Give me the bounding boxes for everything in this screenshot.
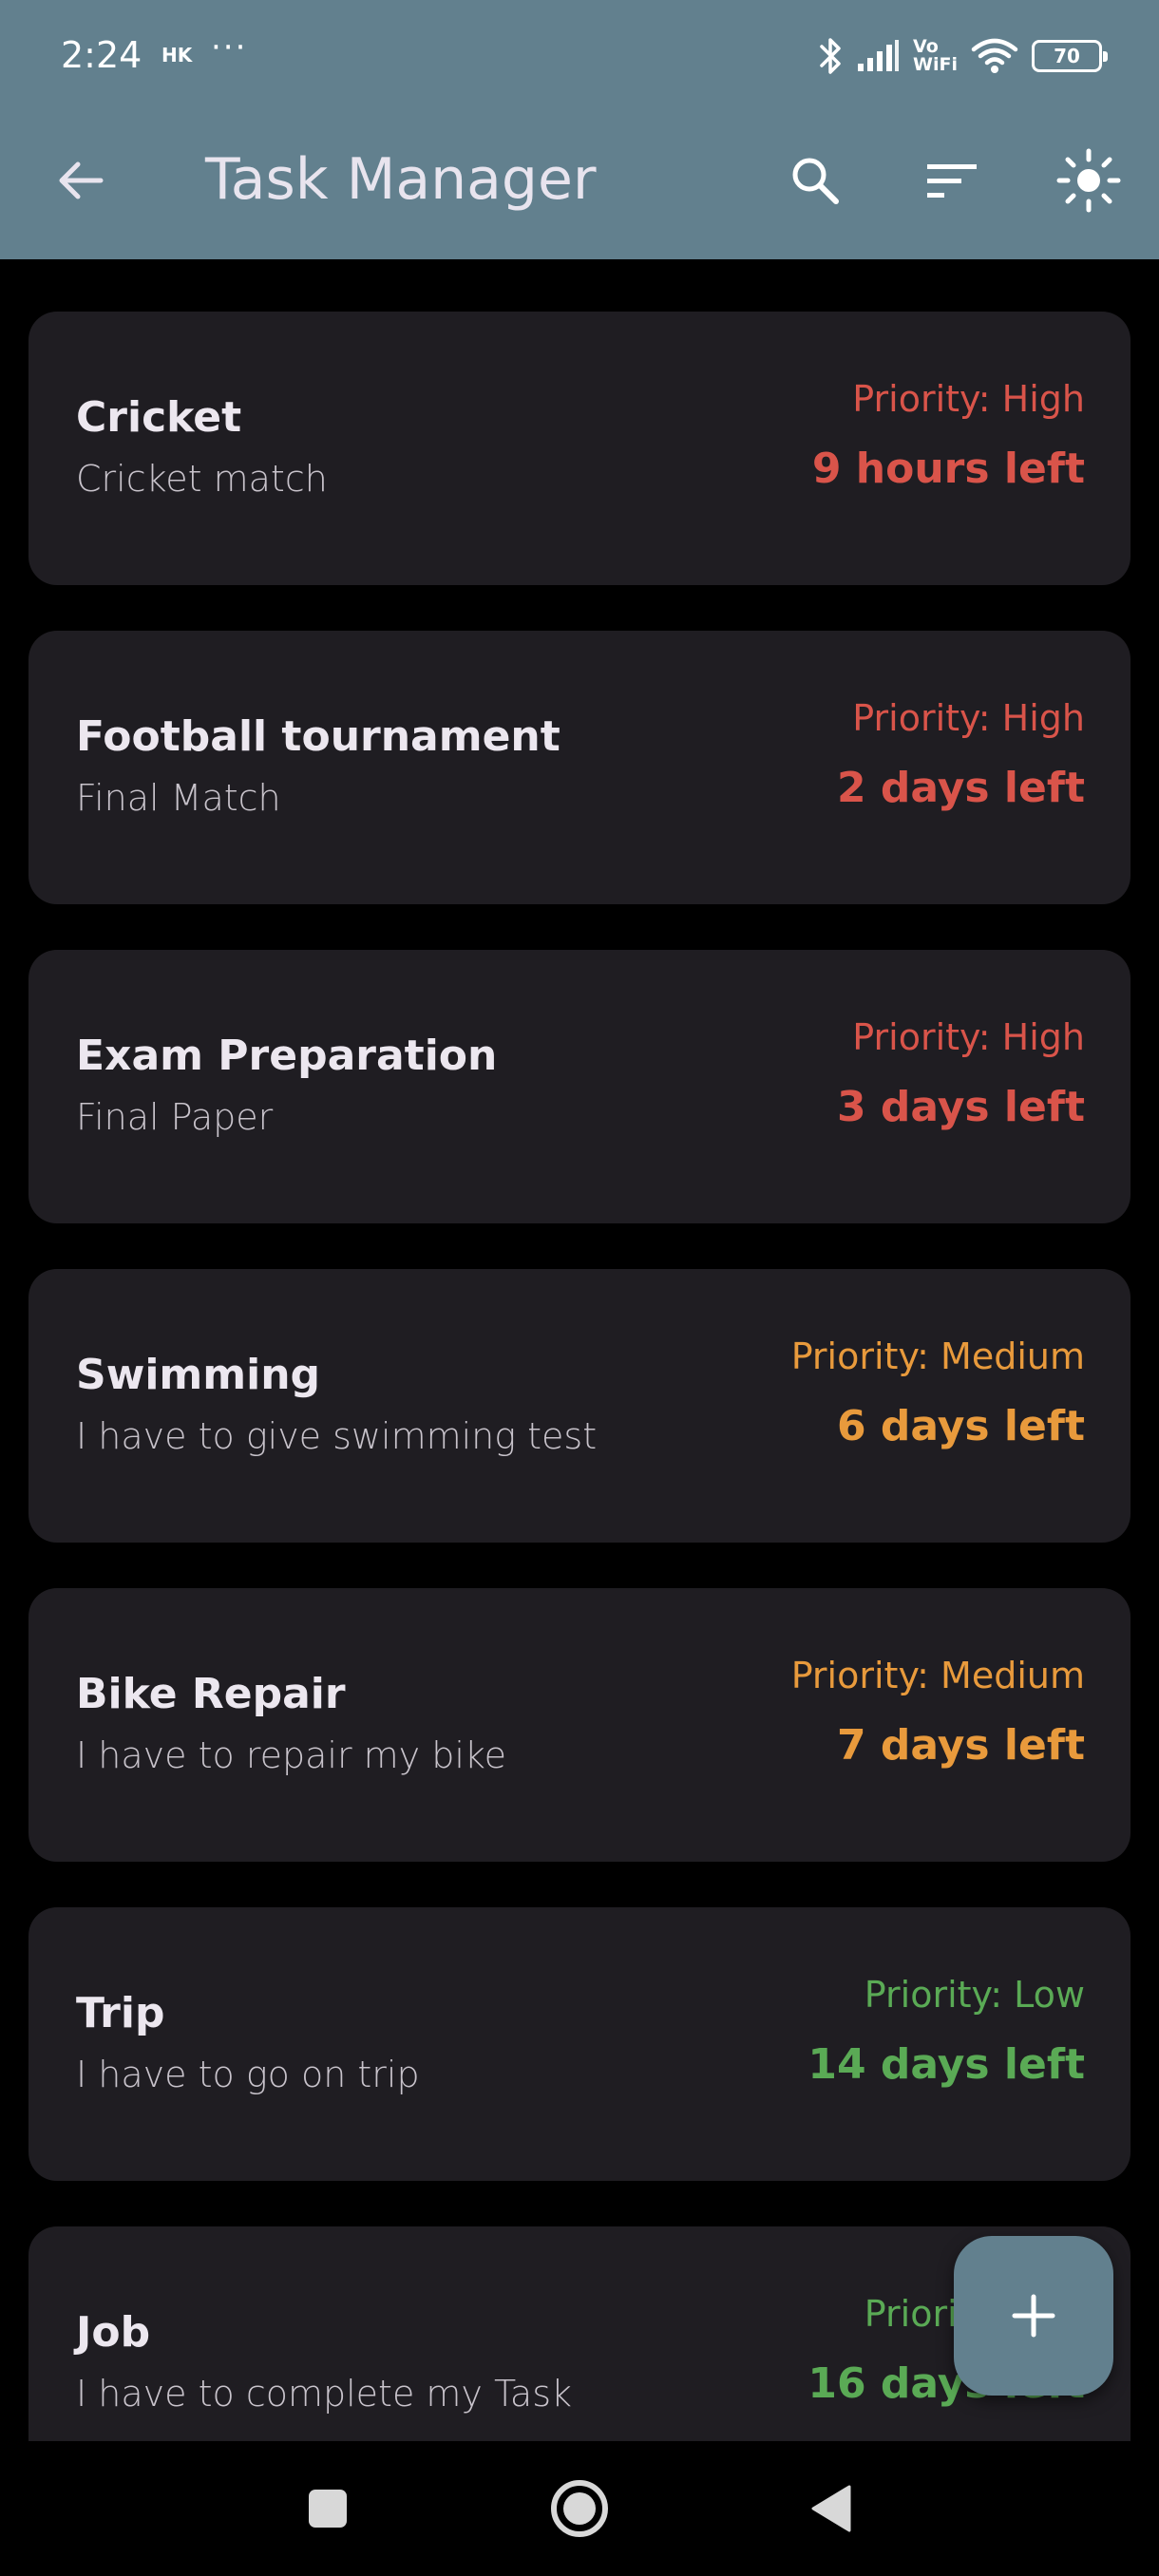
- task-description: I have to give swimming test: [76, 1415, 598, 1457]
- sort-button[interactable]: [914, 142, 990, 218]
- wifi-icon: [971, 38, 1018, 74]
- plus-icon: [1012, 2294, 1055, 2338]
- task-priority: Priority: High: [852, 697, 1085, 739]
- task-title: Cricket: [76, 393, 242, 442]
- task-description: Cricket match: [76, 458, 328, 500]
- task-time-left: 9 hours left: [811, 445, 1085, 493]
- task-priority: Priority: High: [852, 378, 1085, 420]
- status-icons: Vo WiFi 70: [818, 32, 1108, 80]
- task-title: Bike Repair: [76, 1670, 346, 1718]
- task-card[interactable]: Exam Preparation Final Paper Priority: H…: [28, 950, 1130, 1223]
- toolbar: Task Manager: [0, 123, 1159, 237]
- task-card[interactable]: Football tournament Final Match Priority…: [28, 631, 1130, 904]
- vowifi-icon: Vo WiFi: [913, 38, 958, 74]
- page-title: Task Manager: [205, 146, 597, 213]
- task-title: Trip: [76, 1989, 165, 2037]
- home-icon: [551, 2480, 608, 2537]
- search-button[interactable]: [777, 142, 853, 218]
- task-time-left: 7 days left: [836, 1721, 1085, 1770]
- nav-home-button[interactable]: [537, 2466, 622, 2551]
- task-priority: Priority: Low: [864, 1974, 1085, 2016]
- light-mode-icon: [1056, 148, 1121, 213]
- status-bar: 2:24 HK ··· Vo WiFi 70: [0, 0, 1159, 114]
- add-task-button[interactable]: [954, 2236, 1113, 2396]
- app-bar: 2:24 HK ··· Vo WiFi 70 Task Manager: [0, 0, 1159, 259]
- theme-toggle-button[interactable]: [1051, 142, 1127, 218]
- task-time-left: 3 days left: [836, 1083, 1085, 1131]
- task-description: Final Match: [76, 777, 281, 819]
- task-card[interactable]: Trip I have to go on trip Priority: Low …: [28, 1907, 1130, 2181]
- back-icon: [811, 2485, 851, 2532]
- task-priority: Priority: High: [852, 1016, 1085, 1058]
- search-icon: [792, 158, 839, 204]
- task-title: Football tournament: [76, 712, 560, 761]
- task-card[interactable]: Cricket Cricket match Priority: High 9 h…: [28, 312, 1130, 585]
- arrow-back-icon: [59, 161, 104, 199]
- task-title: Exam Preparation: [76, 1032, 498, 1080]
- nav-back-button[interactable]: [788, 2466, 874, 2551]
- task-list: Cricket Cricket match Priority: High 9 h…: [0, 259, 1159, 2441]
- task-description: I have to go on trip: [76, 2054, 420, 2095]
- task-description: I have to complete my Task: [76, 2373, 572, 2415]
- status-overflow-dots: ···: [211, 28, 248, 66]
- task-priority: Priority: Medium: [790, 1655, 1085, 1696]
- signal-icon: [856, 39, 900, 73]
- task-time-left: 2 days left: [836, 764, 1085, 812]
- task-card[interactable]: Swimming I have to give swimming test Pr…: [28, 1269, 1130, 1543]
- sort-icon: [927, 164, 977, 198]
- task-title: Job: [76, 2308, 151, 2357]
- system-nav-bar: [0, 2441, 1159, 2576]
- recents-icon: [309, 2490, 347, 2528]
- task-time-left: 14 days left: [808, 2040, 1085, 2089]
- vowifi-bottom: WiFi: [913, 54, 958, 75]
- bluetooth-icon: [818, 36, 843, 76]
- task-description: I have to repair my bike: [76, 1734, 506, 1776]
- nav-recents-button[interactable]: [285, 2466, 370, 2551]
- task-time-left: 6 days left: [836, 1402, 1085, 1450]
- status-carrier-tag: HK: [162, 44, 193, 66]
- task-title: Swimming: [76, 1351, 321, 1399]
- back-button[interactable]: [42, 142, 118, 218]
- task-card[interactable]: Bike Repair I have to repair my bike Pri…: [28, 1588, 1130, 1862]
- task-description: Final Paper: [76, 1096, 274, 1138]
- battery-icon: 70: [1032, 40, 1108, 72]
- status-time: 2:24: [61, 34, 142, 76]
- task-priority: Priority: Medium: [790, 1335, 1085, 1377]
